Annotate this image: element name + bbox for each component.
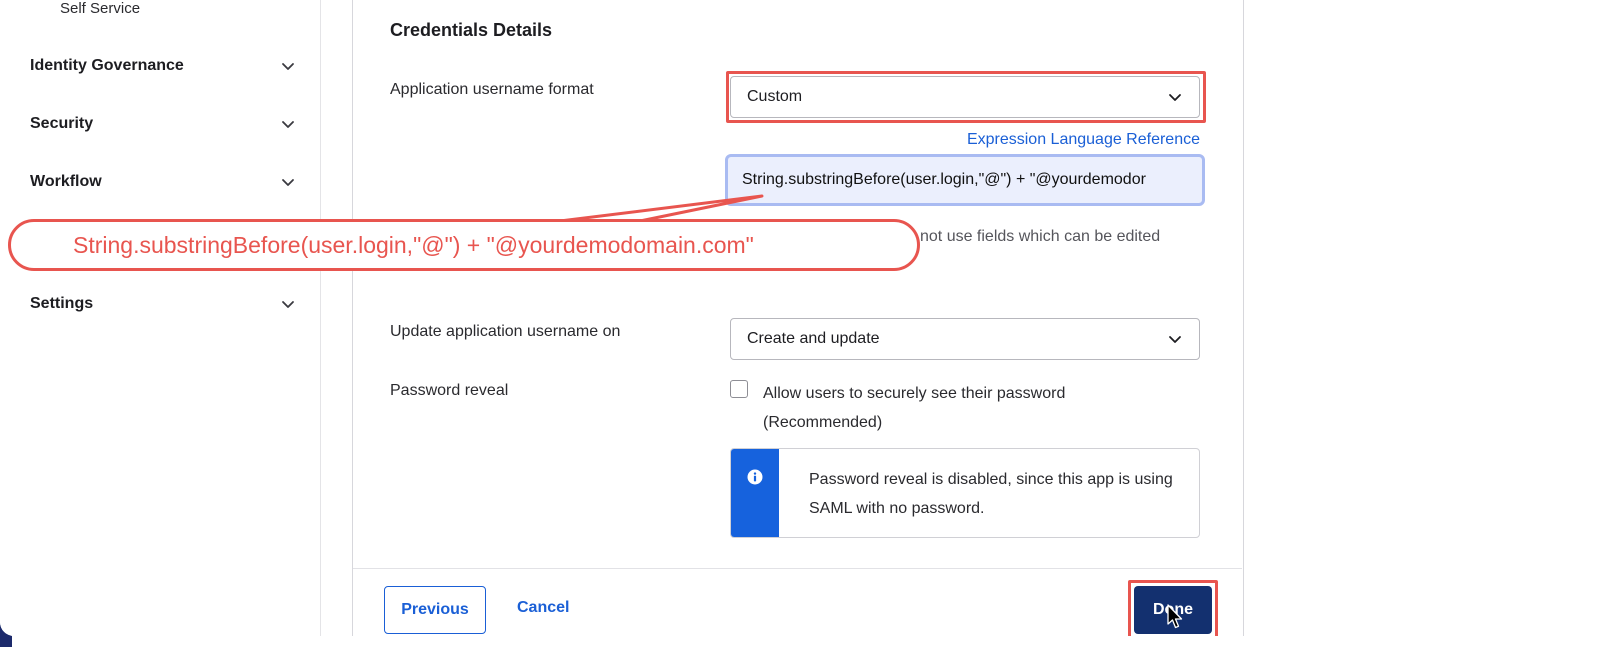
username-format-label: Application username format [390,81,594,98]
sidebar-item-identity-governance[interactable]: Identity Governance [30,54,296,78]
sidebar-item-label: Identity Governance [30,57,184,74]
custom-expression-value: String.substringBefore(user.login,"@") +… [742,171,1146,188]
sidebar-item-label: Workflow [30,173,102,190]
sidebar: Self Service Identity Governance Securit… [0,0,321,636]
update-on-select[interactable]: Create and update [730,318,1200,360]
sidebar-item-workflow[interactable]: Workflow [30,170,296,194]
footer-divider [353,568,1242,569]
chevron-down-icon [280,296,296,312]
password-reveal-checkbox-label[interactable]: Allow users to securely see their passwo… [763,379,1123,437]
app-shell: Self Service Identity Governance Securit… [0,0,1600,636]
sidebar-item-label: Settings [30,295,94,312]
info-message: Password reveal is disabled, since this … [809,471,1173,517]
chevron-down-icon [1167,89,1183,105]
chevron-down-icon [280,116,296,132]
update-on-label: Update application username on [390,323,621,340]
password-reveal-label: Password reveal [390,382,509,399]
password-reveal-checkbox[interactable] [730,380,748,398]
cancel-button[interactable]: Cancel [517,599,569,617]
chevron-down-icon [280,58,296,74]
annotation-callout: String.substringBefore(user.login,"@") +… [8,219,920,271]
custom-expression-input[interactable]: String.substringBefore(user.login,"@") +… [725,154,1205,206]
sidebar-item-security[interactable]: Security [30,112,296,136]
chevron-down-icon [280,174,296,190]
info-icon [747,469,763,485]
sidebar-item-self-service[interactable]: Self Service [60,0,140,17]
previous-button[interactable]: Previous [384,586,486,634]
done-button[interactable]: Done [1134,586,1212,634]
username-format-value: Custom [747,88,803,105]
username-format-select[interactable]: Custom [730,76,1200,118]
info-stripe [731,449,779,537]
expression-hint: not use fields which can be edited [920,228,1161,245]
info-callout: Password reveal is disabled, since this … [730,448,1200,538]
sidebar-item-settings[interactable]: Settings [30,292,296,316]
sidebar-item-label: Security [30,115,94,132]
section-title: Credentials Details [390,20,553,40]
update-on-value: Create and update [747,330,880,347]
chevron-down-icon [1167,331,1183,347]
expression-language-link[interactable]: Expression Language Reference [950,131,1200,149]
